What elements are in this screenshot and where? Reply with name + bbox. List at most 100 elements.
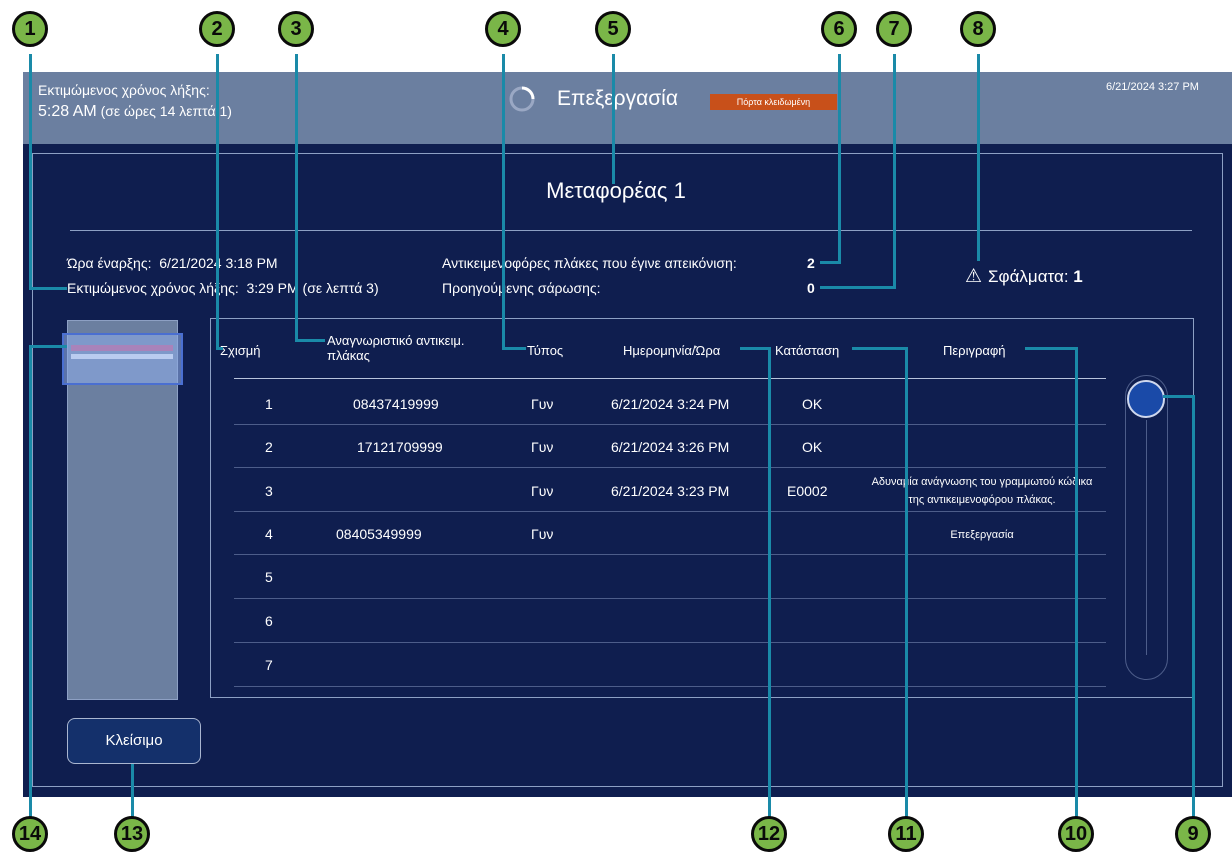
row-4-description[interactable]: Επεξεργασία: [868, 526, 1096, 544]
spinner-icon: [509, 86, 535, 112]
row-4-type[interactable]: Γυν: [531, 526, 553, 542]
prev-scan-value: 0: [807, 280, 815, 296]
scrollbar-rail: [1146, 420, 1147, 655]
callout-11-leader: [852, 347, 908, 350]
callout-2-leader: [216, 347, 223, 350]
header-title: Επεξεργασία: [557, 87, 678, 110]
end-label: Εκτιμώμενος χρόνος λήξης:: [67, 280, 239, 296]
callout-3: 3: [278, 11, 314, 47]
row-1-slot[interactable]: 1: [265, 396, 273, 412]
callout-5: 5: [595, 11, 631, 47]
callout-9-leader: [1163, 395, 1195, 398]
callout-13: 13: [114, 816, 150, 852]
row-1-slide-id[interactable]: 08437419999: [353, 396, 439, 412]
header-est-time: 5:28 AM: [38, 103, 97, 120]
col-header-slide-id[interactable]: Αναγνωριστικό αντικειμ. πλάκας: [327, 333, 497, 363]
col-header-type[interactable]: Τύπος: [527, 343, 563, 358]
callout-12-leader: [768, 347, 771, 820]
door-locked-badge: Πόρτα κλειδωμένη: [710, 94, 837, 110]
row-1-type[interactable]: Γυν: [531, 396, 553, 412]
callout-9: 9: [1175, 816, 1211, 852]
callout-4-leader: [502, 347, 526, 350]
scrollbar-thumb[interactable]: [1127, 380, 1165, 418]
callout-1-leader: [29, 54, 32, 290]
header-estimated-end: Εκτιμώμενος χρόνος λήξης: 5:28 AM (σε ώρ…: [38, 80, 232, 122]
row-divider: [234, 686, 1106, 687]
callout-14-leader: [29, 345, 32, 820]
callout-14-leader: [29, 345, 67, 348]
callout-14: 14: [12, 816, 48, 852]
callout-7: 7: [876, 11, 912, 47]
prev-scan-label: Προηγούμενης σάρωσης:: [442, 280, 601, 296]
callout-2-leader: [216, 54, 219, 350]
callout-5-leader: [612, 54, 615, 184]
end-remaining: (σε λεπτά 3): [302, 280, 379, 296]
callout-3-leader: [295, 339, 325, 342]
callout-4: 4: [485, 11, 521, 47]
row-2-type[interactable]: Γυν: [531, 439, 553, 455]
row-4-slide-id[interactable]: 08405349999: [336, 526, 422, 542]
conveyor-title: Μεταφορέας 1: [546, 178, 686, 203]
header-est-label: Εκτιμώμενος χρόνος λήξης:: [38, 82, 210, 98]
callout-10: 10: [1058, 816, 1094, 852]
col-header-description[interactable]: Περιγραφή: [943, 343, 1006, 358]
errors-label: Σφάλματα:: [988, 267, 1069, 286]
row-2-slide-id[interactable]: 17121709999: [357, 439, 443, 455]
callout-12: 12: [751, 816, 787, 852]
callout-11-leader: [905, 347, 908, 820]
callout-1: 1: [12, 11, 48, 47]
row-7-slot[interactable]: 7: [265, 657, 273, 673]
callout-7-leader: [893, 54, 896, 289]
end-time-info: Εκτιμώμενος χρόνος λήξης: 3:29 PM (σε λε…: [67, 280, 379, 296]
row-2-datetime[interactable]: 6/21/2024 3:26 PM: [611, 439, 729, 455]
warning-icon: ⚠: [965, 266, 983, 287]
col-header-status[interactable]: Κατάσταση: [775, 343, 839, 358]
header-est-remaining: (σε ώρες 14 λεπτά 1): [100, 103, 232, 119]
callout-2: 2: [199, 11, 235, 47]
row-1-status[interactable]: OK: [802, 396, 822, 412]
header-divider: [234, 378, 1106, 379]
row-3-type[interactable]: Γυν: [531, 483, 553, 499]
row-divider: [234, 424, 1106, 425]
slot-selection-window[interactable]: [62, 333, 183, 385]
callout-3-leader: [295, 54, 298, 342]
callout-6-leader: [838, 54, 841, 264]
callout-4-leader: [502, 54, 505, 350]
row-divider: [234, 511, 1106, 512]
callout-7-leader: [820, 286, 896, 289]
row-5-slot[interactable]: 5: [265, 569, 273, 585]
start-time-info: Ώρα έναρξης: 6/21/2024 3:18 PM: [67, 255, 278, 271]
callout-13-leader: [131, 764, 134, 820]
header-datetime: 6/21/2024 3:27 PM: [1106, 81, 1199, 93]
callout-6: 6: [821, 11, 857, 47]
imaged-slides-label: Αντικειμενοφόρες πλάκες που έγινε απεικό…: [442, 255, 737, 271]
imaged-slides-value: 2: [807, 255, 815, 271]
row-6-slot[interactable]: 6: [265, 613, 273, 629]
callout-10-leader: [1075, 347, 1078, 820]
callout-12-leader: [740, 347, 771, 350]
callout-6-leader: [820, 261, 841, 264]
row-divider: [234, 467, 1106, 468]
callout-9-leader: [1192, 395, 1195, 820]
callout-8: 8: [960, 11, 996, 47]
row-divider: [234, 598, 1106, 599]
row-3-slot[interactable]: 3: [265, 483, 273, 499]
divider: [70, 230, 1192, 231]
col-header-datetime[interactable]: Ημερομηνία/Ώρα: [623, 343, 720, 358]
row-3-datetime[interactable]: 6/21/2024 3:23 PM: [611, 483, 729, 499]
row-4-slot[interactable]: 4: [265, 526, 273, 542]
row-3-status[interactable]: E0002: [787, 483, 827, 499]
callout-8-leader: [977, 54, 980, 261]
row-divider: [234, 554, 1106, 555]
row-2-status[interactable]: OK: [802, 439, 822, 455]
row-2-slot[interactable]: 2: [265, 439, 273, 455]
errors-count: 1: [1073, 267, 1083, 286]
close-button[interactable]: Κλείσιμο: [67, 718, 201, 764]
end-value: 3:29 PM: [246, 280, 299, 296]
row-3-description[interactable]: Αδυναμία ανάγνωσης του γραμμωτού κώδικα …: [868, 473, 1096, 509]
errors-indicator[interactable]: ⚠ Σφάλματα: 1: [965, 265, 1083, 288]
callout-11: 11: [888, 816, 924, 852]
start-label: Ώρα έναρξης:: [67, 255, 152, 271]
row-1-datetime[interactable]: 6/21/2024 3:24 PM: [611, 396, 729, 412]
col-header-slot[interactable]: Σχισμή: [220, 343, 261, 358]
